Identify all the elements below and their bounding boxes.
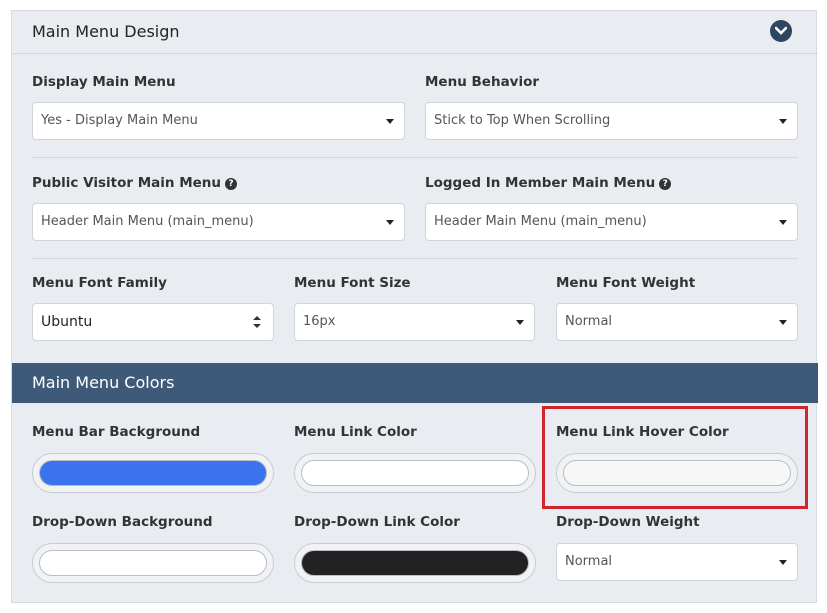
font-size-label: Menu Font Size [294,275,411,291]
public-visitor-menu-select[interactable]: Header Main Menu (main_menu) [32,203,405,241]
logged-in-menu-select[interactable]: Header Main Menu (main_menu) [425,203,798,241]
font-size-value: 16px [303,314,336,329]
font-size-select[interactable]: 16px [294,303,535,341]
menu-link-color-swatch[interactable] [301,460,529,486]
public-visitor-menu-label: Public Visitor Main Menu? [32,175,238,191]
font-weight-label: Menu Font Weight [556,275,696,291]
dropdown-link-color-picker[interactable] [294,543,536,583]
logged-in-menu-value: Header Main Menu (main_menu) [434,214,647,229]
dropdown-link-color-swatch[interactable] [301,550,529,576]
menu-bar-bg-color-picker[interactable] [32,453,274,493]
help-icon[interactable]: ? [659,178,672,190]
font-family-value: Ubuntu [41,314,93,330]
menu-bar-bg-label: Menu Bar Background [32,424,201,440]
dropdown-weight-select[interactable]: Normal [556,543,798,581]
menu-behavior-label: Menu Behavior [425,74,540,90]
menu-link-color-label: Menu Link Color [294,424,417,440]
collapse-toggle-icon[interactable] [770,20,792,42]
dropdown-weight-label: Drop-Down Weight [556,514,700,530]
section-title: Main Menu Design [32,22,180,41]
font-weight-value: Normal [565,314,613,329]
caret-down-icon [386,119,394,124]
sort-updown-icon [253,316,261,328]
menu-behavior-select[interactable]: Stick to Top When Scrolling [425,102,798,140]
dropdown-bg-color-picker[interactable] [32,543,274,583]
public-visitor-menu-label-text: Public Visitor Main Menu [32,175,222,191]
colors-section-header: Main Menu Colors [12,363,818,403]
menu-behavior-value: Stick to Top When Scrolling [434,113,611,128]
divider [32,258,798,259]
display-main-menu-value: Yes - Display Main Menu [41,113,198,128]
caret-down-icon [386,220,394,225]
help-icon[interactable]: ? [225,178,238,190]
dropdown-bg-swatch[interactable] [39,550,267,576]
caret-down-icon [779,560,787,565]
font-family-select[interactable]: Ubuntu [32,303,274,341]
font-family-label: Menu Font Family [32,275,167,291]
settings-panel: Main Menu Design Display Main Menu Yes -… [11,10,818,603]
logged-in-menu-label-text: Logged In Member Main Menu [425,175,656,191]
menu-bar-bg-swatch[interactable] [39,460,267,486]
divider [32,157,798,158]
caret-down-icon [779,320,787,325]
menu-link-color-picker[interactable] [294,453,536,493]
dropdown-link-color-label: Drop-Down Link Color [294,514,460,530]
display-main-menu-select[interactable]: Yes - Display Main Menu [32,102,405,140]
colors-section-title: Main Menu Colors [32,373,175,392]
display-main-menu-label: Display Main Menu [32,74,176,90]
logged-in-menu-label: Logged In Member Main Menu? [425,175,672,191]
highlight-box [542,406,808,509]
caret-down-icon [779,220,787,225]
section-header[interactable]: Main Menu Design [12,11,818,54]
font-weight-select[interactable]: Normal [556,303,798,341]
caret-down-icon [779,119,787,124]
caret-down-icon [516,320,524,325]
dropdown-bg-label: Drop-Down Background [32,514,213,530]
public-visitor-menu-value: Header Main Menu (main_menu) [41,214,254,229]
dropdown-weight-value: Normal [565,554,613,569]
